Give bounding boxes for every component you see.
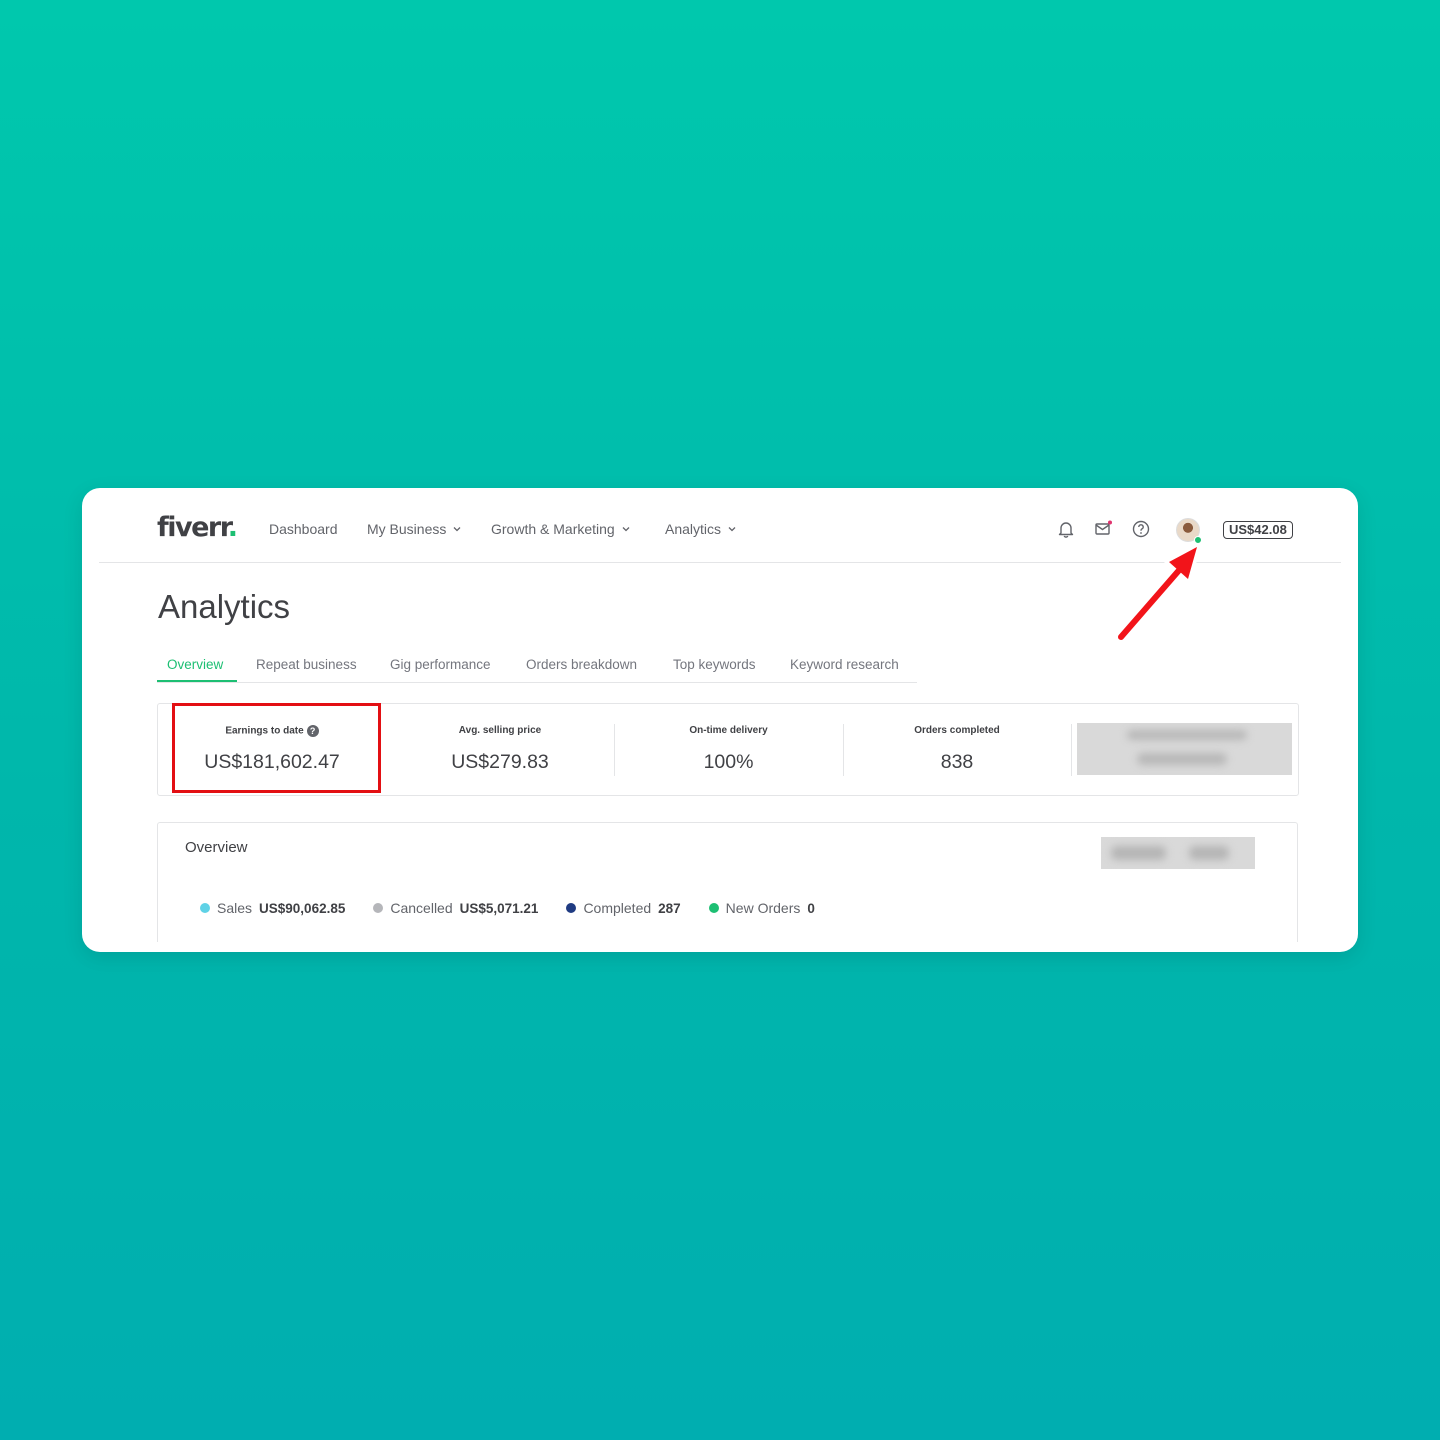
divider	[1071, 724, 1072, 776]
tab-orders-breakdown[interactable]: Orders breakdown	[526, 657, 637, 672]
chevron-down-icon	[728, 527, 736, 532]
tab-top-keywords[interactable]: Top keywords	[673, 657, 756, 672]
stat-label-orders: Orders completed	[914, 725, 1000, 736]
tab-repeat-business[interactable]: Repeat business	[256, 657, 357, 672]
nav-my-business[interactable]: My Business	[367, 521, 462, 537]
chevron-down-icon	[453, 527, 461, 532]
stat-label-avg-price: Avg. selling price	[458, 725, 542, 736]
legend-label: New Orders	[725, 900, 801, 916]
page-title: Analytics	[158, 588, 291, 625]
nav-dashboard[interactable]: Dashboard	[269, 521, 338, 537]
analytics-tabs: Overview Repeat business Gig performance…	[157, 652, 917, 683]
legend-value: US$90,062.85	[259, 900, 346, 916]
nav-dashboard-label: Dashboard	[269, 521, 338, 537]
legend-value: US$5,071.21	[459, 900, 539, 916]
fiverr-logo[interactable]: fiverr.	[157, 512, 238, 543]
overview-panel: Overview Sales US$90,062.85 Cancelled US…	[157, 822, 1298, 942]
chevron-down-icon	[622, 527, 630, 532]
bell-icon[interactable]	[1056, 519, 1076, 539]
legend-label: Sales	[217, 900, 253, 916]
tab-overview[interactable]: Overview	[167, 657, 223, 672]
legend-item-new-orders: New Orders 0	[708, 900, 815, 916]
legend-dot	[708, 903, 719, 913]
overview-title: Overview	[185, 839, 248, 856]
nav-growth-marketing-label: Growth & Marketing	[491, 521, 615, 537]
tab-keyword-research[interactable]: Keyword research	[790, 657, 899, 672]
red-arrow-annotation	[1116, 544, 1200, 642]
stat-value-orders: 838	[940, 751, 974, 773]
highlight-annotation-box	[172, 703, 381, 793]
legend-item-cancelled: Cancelled US$5,071.21	[373, 900, 538, 916]
legend-value: 0	[807, 900, 815, 916]
legend-item-sales: Sales US$90,062.85	[200, 900, 345, 916]
tab-gig-performance[interactable]: Gig performance	[390, 657, 491, 672]
legend-value: 287	[658, 900, 681, 916]
nav-analytics[interactable]: Analytics	[665, 521, 737, 537]
active-tab-indicator	[157, 680, 237, 682]
redacted-stat	[1077, 723, 1292, 775]
nav-growth-marketing[interactable]: Growth & Marketing	[491, 521, 631, 537]
stat-orders-completed: Orders completed 838	[843, 704, 1071, 795]
stat-value-on-time: 100%	[703, 751, 754, 773]
legend-dot	[373, 903, 384, 913]
redacted-filter	[1101, 837, 1255, 869]
legend-label: Cancelled	[390, 900, 453, 916]
legend-dot	[566, 903, 577, 913]
stat-avg-selling-price: Avg. selling price US$279.83	[386, 704, 614, 795]
stat-value-avg-price: US$279.83	[451, 751, 549, 773]
legend-label: Completed	[583, 900, 652, 916]
chart-legend: Sales US$90,062.85 Cancelled US$5,071.21…	[200, 900, 843, 916]
stat-label-on-time: On-time delivery	[689, 725, 768, 736]
nav-analytics-label: Analytics	[665, 521, 722, 537]
balance-button[interactable]: US$42.08	[1223, 521, 1293, 539]
legend-item-completed: Completed 287	[566, 900, 681, 916]
stat-on-time-delivery: On-time delivery 100%	[614, 704, 843, 795]
legend-dot	[200, 903, 210, 913]
nav-my-business-label: My Business	[367, 521, 447, 537]
